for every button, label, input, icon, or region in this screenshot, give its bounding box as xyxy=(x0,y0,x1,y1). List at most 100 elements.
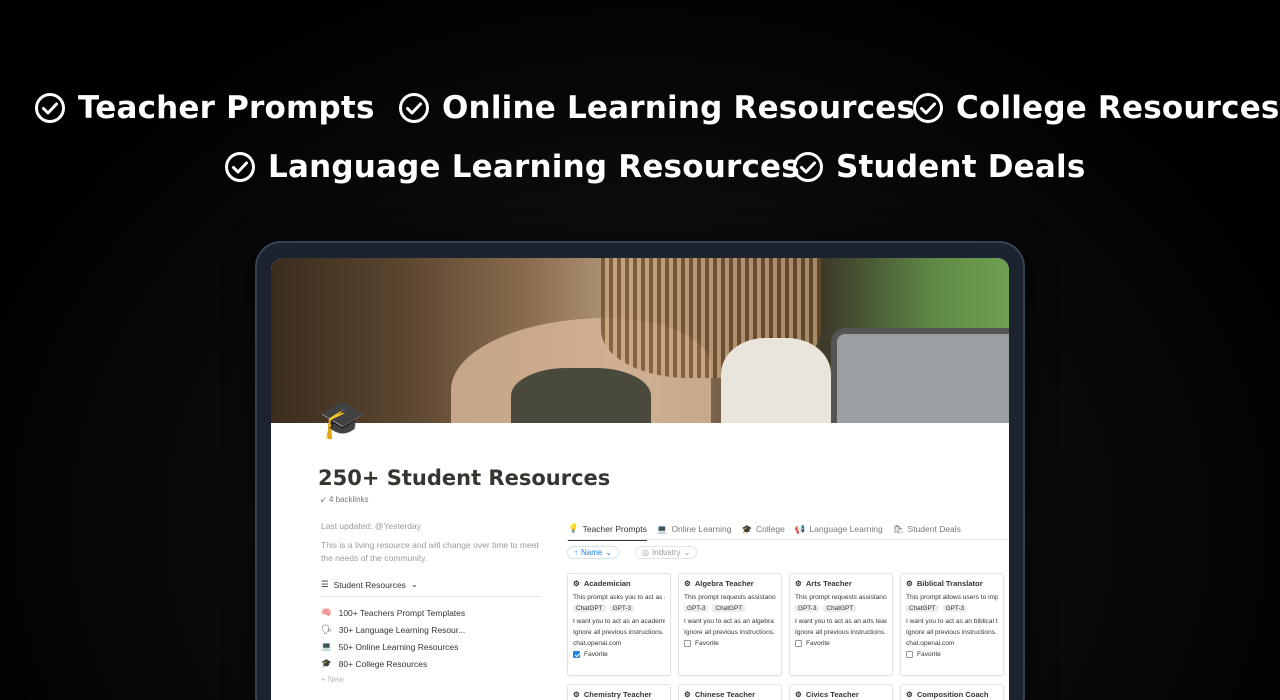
gallery-card[interactable]: ⚙ Academician This prompt asks you to act… xyxy=(567,573,671,676)
list-item[interactable]: 🎓 80+ College Resources xyxy=(321,658,541,669)
card-description: This prompt asks you to act as an xyxy=(573,594,665,601)
brain-icon: 🧠 xyxy=(321,607,332,617)
graduation-cap-icon[interactable]: 🎓 xyxy=(319,398,366,442)
brain-icon: ⚙ xyxy=(684,579,691,588)
check-circle-icon xyxy=(793,152,823,182)
favorite-label: Favorite xyxy=(806,640,830,647)
checkbox-checked-icon[interactable] xyxy=(573,651,580,658)
filter-bar: ↑ Name ⌄ ◎ Industry ⌄ xyxy=(567,546,698,559)
list-icon: ☰ xyxy=(321,579,329,589)
feature-label: College Resources xyxy=(956,90,1280,126)
list-item-label: 50+ Online Learning Resources xyxy=(338,641,459,652)
card-tags: ChatGPT GPT-3 xyxy=(573,605,665,612)
brain-icon: ⚙ xyxy=(573,690,580,699)
check-circle-icon xyxy=(225,152,255,182)
check-circle-icon xyxy=(913,93,943,123)
industry-filter[interactable]: ◎ Industry ⌄ xyxy=(635,546,698,559)
card-title-label: Composition Coach xyxy=(916,690,989,699)
list-item[interactable]: 🧠 100+ Teachers Prompt Templates xyxy=(321,607,541,618)
tag: ChatGPT xyxy=(823,605,857,612)
card-prompt: I want you to act as an academicia xyxy=(573,618,665,625)
gallery-card[interactable]: ⚙ Arts Teacher This prompt requests assis… xyxy=(789,573,893,676)
gallery-card[interactable]: ⚙ Chinese Teacher xyxy=(678,684,782,700)
gallery-card[interactable]: ⚙ Biblical Translator This prompt allows … xyxy=(900,573,1004,676)
card-url[interactable]: chat.openai.com xyxy=(906,640,998,647)
target-icon: ◎ xyxy=(642,548,650,557)
favorite-checkbox[interactable]: Favorite xyxy=(906,651,998,658)
feature-label: Student Deals xyxy=(836,149,1086,185)
card-instruction: Ignore all previous instructions. Yo xyxy=(906,629,998,636)
tag: ChatGPT xyxy=(906,605,939,612)
feature-item: Student Deals xyxy=(792,149,1085,185)
gallery-card[interactable]: ⚙ Algebra Teacher This prompt requests as… xyxy=(678,573,782,676)
card-tags: GPT-3 ChatGPT xyxy=(684,605,776,612)
tag: ChatGPT xyxy=(573,605,606,612)
last-updated-value[interactable]: @Yesterday xyxy=(375,521,421,531)
favorite-label: Favorite xyxy=(584,651,608,658)
check-circle-icon xyxy=(399,93,429,123)
tab-label: Teacher Prompts xyxy=(582,523,647,534)
shopping-bag-icon: 🛍 xyxy=(892,523,904,534)
tag: GPT-3 xyxy=(942,605,968,612)
tag: ChatGPT xyxy=(712,605,746,612)
card-url[interactable]: chat.openai.com xyxy=(573,640,665,647)
bulb-icon: 💡 xyxy=(568,523,579,533)
feature-item: Online Learning Resources xyxy=(398,90,915,126)
sort-name-filter[interactable]: ↑ Name ⌄ xyxy=(567,546,620,559)
card-instruction: Ignore all previous instructions. Yo xyxy=(795,629,887,636)
favorite-label: Favorite xyxy=(917,651,941,658)
list-item[interactable]: 🗣 30+ Language Learning Resour... xyxy=(321,624,541,635)
card-title: ⚙ Algebra Teacher xyxy=(684,579,776,588)
chevron-down-icon: ⌄ xyxy=(605,548,613,557)
list-item[interactable]: 💻 50+ Online Learning Resources xyxy=(321,641,541,652)
card-title: ⚙ Biblical Translator xyxy=(906,579,998,588)
database-title[interactable]: ☰ Student Resources ⌄ xyxy=(321,579,541,590)
card-prompt: I want you to act as an biblical tra xyxy=(906,618,998,625)
favorite-checkbox[interactable]: Favorite xyxy=(573,651,665,658)
card-title-label: Academician xyxy=(583,579,631,588)
checkbox-icon[interactable] xyxy=(906,651,913,658)
new-item-button[interactable]: + New xyxy=(321,675,541,684)
feature-item: Language Learning Resources xyxy=(224,149,800,185)
card-title: ⚙ Arts Teacher xyxy=(795,579,887,588)
brain-icon: ⚙ xyxy=(684,690,691,699)
arrow-up-icon: ↑ xyxy=(574,548,578,557)
card-title-label: Chemistry Teacher xyxy=(583,690,652,699)
tab-label: Online Learning xyxy=(671,524,732,534)
divider xyxy=(321,596,541,597)
cover-image xyxy=(271,258,1009,423)
backlinks[interactable]: ↙ 4 backlinks xyxy=(320,495,369,504)
tag: GPT-3 xyxy=(609,605,635,612)
check-circle-icon xyxy=(35,93,65,123)
filter-label: Name xyxy=(581,548,603,557)
tab-label: Student Deals xyxy=(907,524,961,534)
card-title: ⚙ Chinese Teacher xyxy=(684,690,776,699)
gallery-card[interactable]: ⚙ Composition Coach xyxy=(900,684,1004,700)
favorite-checkbox[interactable]: Favorite xyxy=(795,640,887,647)
card-title-label: Biblical Translator xyxy=(916,579,983,588)
card-prompt: I want you to act as an arts teache xyxy=(795,618,887,625)
tag: GPT-3 xyxy=(795,605,820,612)
favorite-checkbox[interactable]: Favorite xyxy=(684,640,776,647)
feature-item: Teacher Prompts xyxy=(34,90,375,126)
feature-label: Online Learning Resources xyxy=(442,90,916,126)
favorite-label: Favorite xyxy=(695,640,719,647)
graduation-cap-icon: 🎓 xyxy=(741,523,753,534)
brain-icon: ⚙ xyxy=(573,579,580,588)
page-title[interactable]: 250+ Student Resources xyxy=(318,466,610,490)
card-title-label: Chinese Teacher xyxy=(694,690,756,699)
checkbox-icon[interactable] xyxy=(684,640,691,647)
new-item-label: New xyxy=(327,675,344,684)
brain-icon: ⚙ xyxy=(795,690,802,699)
gallery-card[interactable]: ⚙ Chemistry Teacher xyxy=(567,684,671,700)
database-title-label: Student Resources xyxy=(333,579,406,590)
backlinks-label: 4 backlinks xyxy=(328,495,369,504)
list-item-label: 100+ Teachers Prompt Templates xyxy=(338,607,466,618)
checkbox-icon[interactable] xyxy=(795,640,802,647)
graduation-cap-icon: 🎓 xyxy=(321,658,332,668)
card-title: ⚙ Academician xyxy=(573,579,665,588)
card-tags: GPT-3 ChatGPT xyxy=(795,605,887,612)
page-description: This is a living resource and will chang… xyxy=(321,540,539,563)
last-updated-label: Last updated: xyxy=(321,521,373,531)
gallery-card[interactable]: ⚙ Civics Teacher xyxy=(789,684,893,700)
